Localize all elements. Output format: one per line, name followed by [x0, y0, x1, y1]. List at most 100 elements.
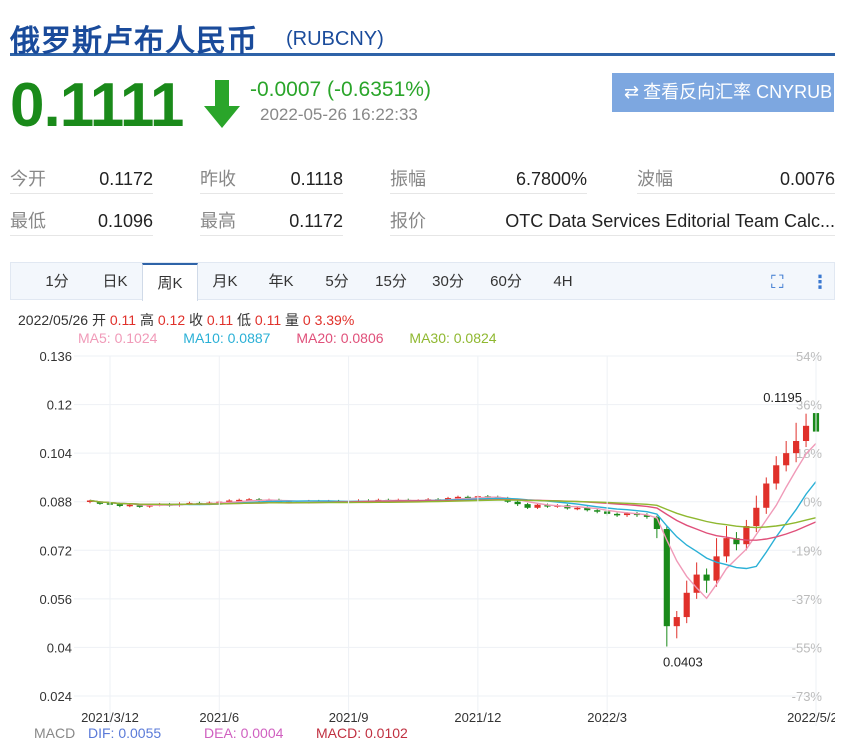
tab-1min[interactable]: 1分	[33, 263, 81, 301]
stat-low: 最低 0.1096	[10, 200, 153, 236]
price-change: -0.0007 (-0.6351%)	[250, 78, 431, 101]
candle-body	[673, 617, 680, 627]
candle-body	[514, 501, 521, 505]
y-tick-label: 0.136	[39, 349, 72, 364]
period-toolbar: 1分 日K 周K 月K 年K 5分 15分 30分 60分 4H ⛶ ⋮	[10, 262, 835, 301]
tab-30min[interactable]: 30分	[423, 263, 473, 301]
stat-label: 最高	[200, 211, 236, 231]
info-open: 0.11	[109, 312, 137, 328]
x-tick-label: 2021/9	[329, 710, 369, 725]
stat-volatility: 波幅 0.0076	[637, 158, 835, 194]
macd-value: MACD: 0.0102	[316, 725, 408, 741]
stat-value: 0.1118	[290, 169, 343, 189]
x-tick-label: 2021/6	[199, 710, 239, 725]
macd-dif: DIF: 0.0055	[88, 725, 161, 741]
macd-dea: DEA: 0.0004	[204, 725, 284, 741]
candle-body	[594, 510, 601, 512]
candle-body	[793, 441, 800, 454]
candlestick-chart[interactable]: 0.136 0.12 0.104 0.088 0.072 0.056 0.04 0.024 54…	[10, 344, 835, 742]
reverse-rate-button[interactable]: ⇄ 查看反向汇率 CNYRUB	[612, 73, 834, 112]
stat-label: 报价	[390, 211, 426, 231]
stat-value: 0.1172	[99, 169, 153, 189]
info-open-label: 开	[91, 312, 106, 328]
candle-body	[802, 425, 810, 441]
pct-tick-label: -19%	[792, 543, 823, 558]
candle-body	[116, 504, 123, 506]
macd-label: MACD	[34, 725, 75, 741]
candle-body	[534, 504, 541, 508]
stat-label: 振幅	[390, 169, 426, 189]
stat-value: 0.0076	[779, 169, 835, 189]
min-value-label: 0.0403	[663, 655, 703, 670]
fullscreen-icon[interactable]: ⛶	[771, 272, 784, 293]
ma-line-20	[89, 499, 817, 541]
tab-4h[interactable]: 4H	[539, 263, 587, 301]
kline-chart-panel: 1分 日K 周K 月K 年K 5分 15分 30分 60分 4H ⛶ ⋮ 202…	[10, 262, 835, 742]
candle-body	[743, 526, 750, 545]
y-tick-label: 0.024	[39, 689, 72, 704]
stats-row: 最低 0.1096 最高 0.1172 报价 OTC Data Services Ed…	[10, 200, 835, 242]
stat-label: 最低	[10, 211, 46, 231]
stat-value: 0.1096	[97, 211, 153, 231]
y-tick-label: 0.088	[39, 495, 72, 510]
y-tick-label: 0.04	[47, 640, 72, 655]
candle-body	[126, 504, 133, 507]
stat-amplitude: 振幅 6.7800%	[390, 158, 587, 194]
pct-tick-label: 0%	[803, 495, 822, 510]
pct-tick-label: -73%	[792, 689, 823, 704]
pct-tick-label: -55%	[792, 640, 823, 655]
y-tick-label: 0.104	[39, 446, 72, 461]
down-arrow-icon	[204, 80, 240, 128]
candle-body	[763, 483, 770, 508]
current-price: 0.1111	[10, 71, 184, 140]
info-low-label: 低	[237, 312, 251, 328]
stat-open: 今开 0.1172	[10, 158, 153, 194]
stats-row: 今开 0.1172 昨收 0.1118 振幅 6.7800% 波幅 0.0076	[10, 158, 835, 200]
stat-label: 昨收	[200, 169, 236, 189]
y-tick-label: 0.072	[39, 543, 72, 558]
currency-code: (RUBCNY)	[286, 28, 384, 50]
info-vol-label: 量	[285, 312, 299, 328]
stat-value: 6.7800%	[515, 169, 587, 189]
tab-monthly[interactable]: 月K	[201, 263, 249, 301]
info-date: 2022/05/26	[18, 312, 89, 328]
info-close-label: 收	[189, 312, 203, 328]
candle-body	[753, 507, 760, 526]
stat-label: 今开	[10, 169, 46, 189]
swap-icon: ⇄	[624, 82, 640, 102]
y-tick-label: 0.056	[39, 592, 72, 607]
x-tick-label: 2022/3	[587, 710, 627, 725]
candle-body	[574, 507, 581, 510]
tab-weekly[interactable]: 周K	[142, 263, 198, 301]
candle-body	[773, 465, 780, 484]
tab-5min[interactable]: 5分	[313, 263, 361, 301]
y-tick-label: 0.12	[47, 398, 72, 413]
candle-body	[683, 592, 690, 618]
candle-body	[703, 574, 710, 581]
stat-value: OTC Data Services Editorial Team Calc...	[505, 211, 835, 231]
candle-body	[524, 504, 531, 508]
info-close: 0.11	[206, 312, 234, 328]
max-value-label: 0.1195	[763, 390, 802, 405]
candle-body	[783, 453, 790, 466]
ma-line-10	[89, 481, 817, 570]
pct-tick-label: -37%	[792, 592, 823, 607]
tab-yearly[interactable]: 年K	[257, 263, 305, 301]
stat-prev-close: 昨收 0.1118	[200, 158, 343, 194]
pct-tick-label: 54%	[796, 349, 822, 364]
candle-body	[723, 538, 730, 557]
info-vol: 0	[302, 312, 311, 328]
page-header: 俄罗斯卢布人民币 (RUBCNY)	[10, 8, 835, 58]
info-pct: 3.39%	[314, 312, 355, 328]
ma-line-30	[89, 499, 817, 529]
candle-body	[713, 556, 720, 581]
more-icon[interactable]: ⋮	[811, 272, 829, 293]
x-tick-label: 2022/5/26	[787, 710, 835, 725]
stat-high: 最高 0.1172	[200, 200, 343, 236]
tab-60min[interactable]: 60分	[481, 263, 531, 301]
tab-daily[interactable]: 日K	[91, 263, 139, 301]
stat-quote-source: 报价 OTC Data Services Editorial Team Calc.…	[390, 200, 835, 236]
info-low: 0.11	[254, 312, 282, 328]
quote-time: 2022-05-26 16:22:33	[260, 105, 418, 124]
tab-15min[interactable]: 15分	[367, 263, 415, 301]
